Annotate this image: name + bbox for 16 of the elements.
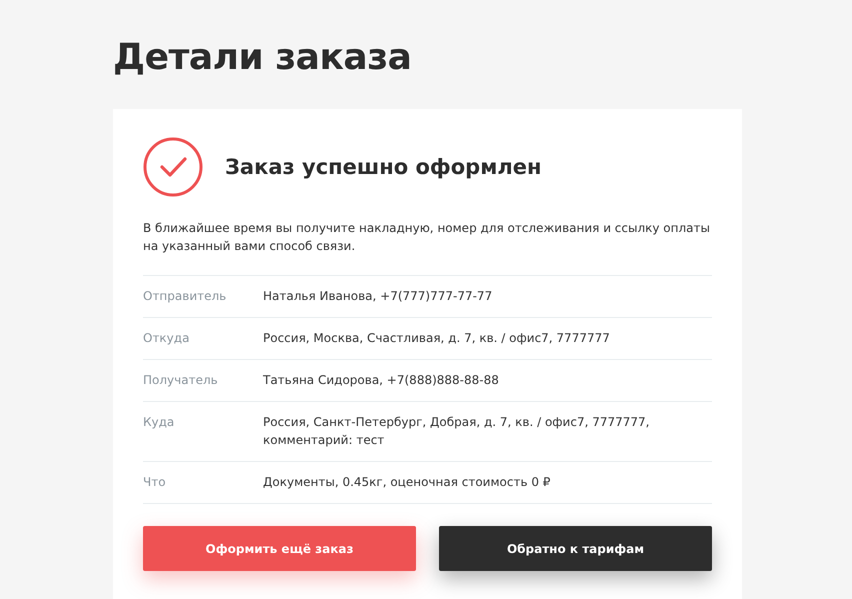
info-message: В ближайшее время вы получите накладную, номер для отслеживания и ссылку оплаты на указанный вами способ связи.	[143, 220, 711, 255]
detail-label: Откуда	[143, 330, 190, 347]
detail-label: Что	[143, 474, 167, 491]
detail-value: Россия, Санкт-Петербург, Добрая, д. 7, кв. / офис7, 7777777, комментарий: тест	[263, 414, 650, 449]
page-title: Детали заказа	[113, 36, 412, 80]
action-button[interactable]: Оформить ещё заказ	[143, 526, 416, 571]
checkmark-icon	[143, 137, 203, 197]
detail-value: Татьяна Сидорова, +7(888)888-88-88	[263, 372, 500, 389]
detail-label: Получатель	[143, 372, 219, 389]
action-button[interactable]: Обратно к тарифам	[439, 526, 712, 571]
detail-value: Россия, Москва, Счастливая, д. 7, кв. / офис7, 7777777	[263, 330, 611, 347]
success-heading: Заказ успешно оформлен	[225, 155, 542, 179]
detail-label: Куда	[143, 414, 176, 431]
detail-value: Наталья Иванова, +7(777)777-77-77	[263, 288, 494, 305]
detail-value: Документы, 0.45кг, оценочная стоимость 0 ₽	[263, 474, 552, 491]
detail-label: Отправитель	[143, 288, 228, 305]
